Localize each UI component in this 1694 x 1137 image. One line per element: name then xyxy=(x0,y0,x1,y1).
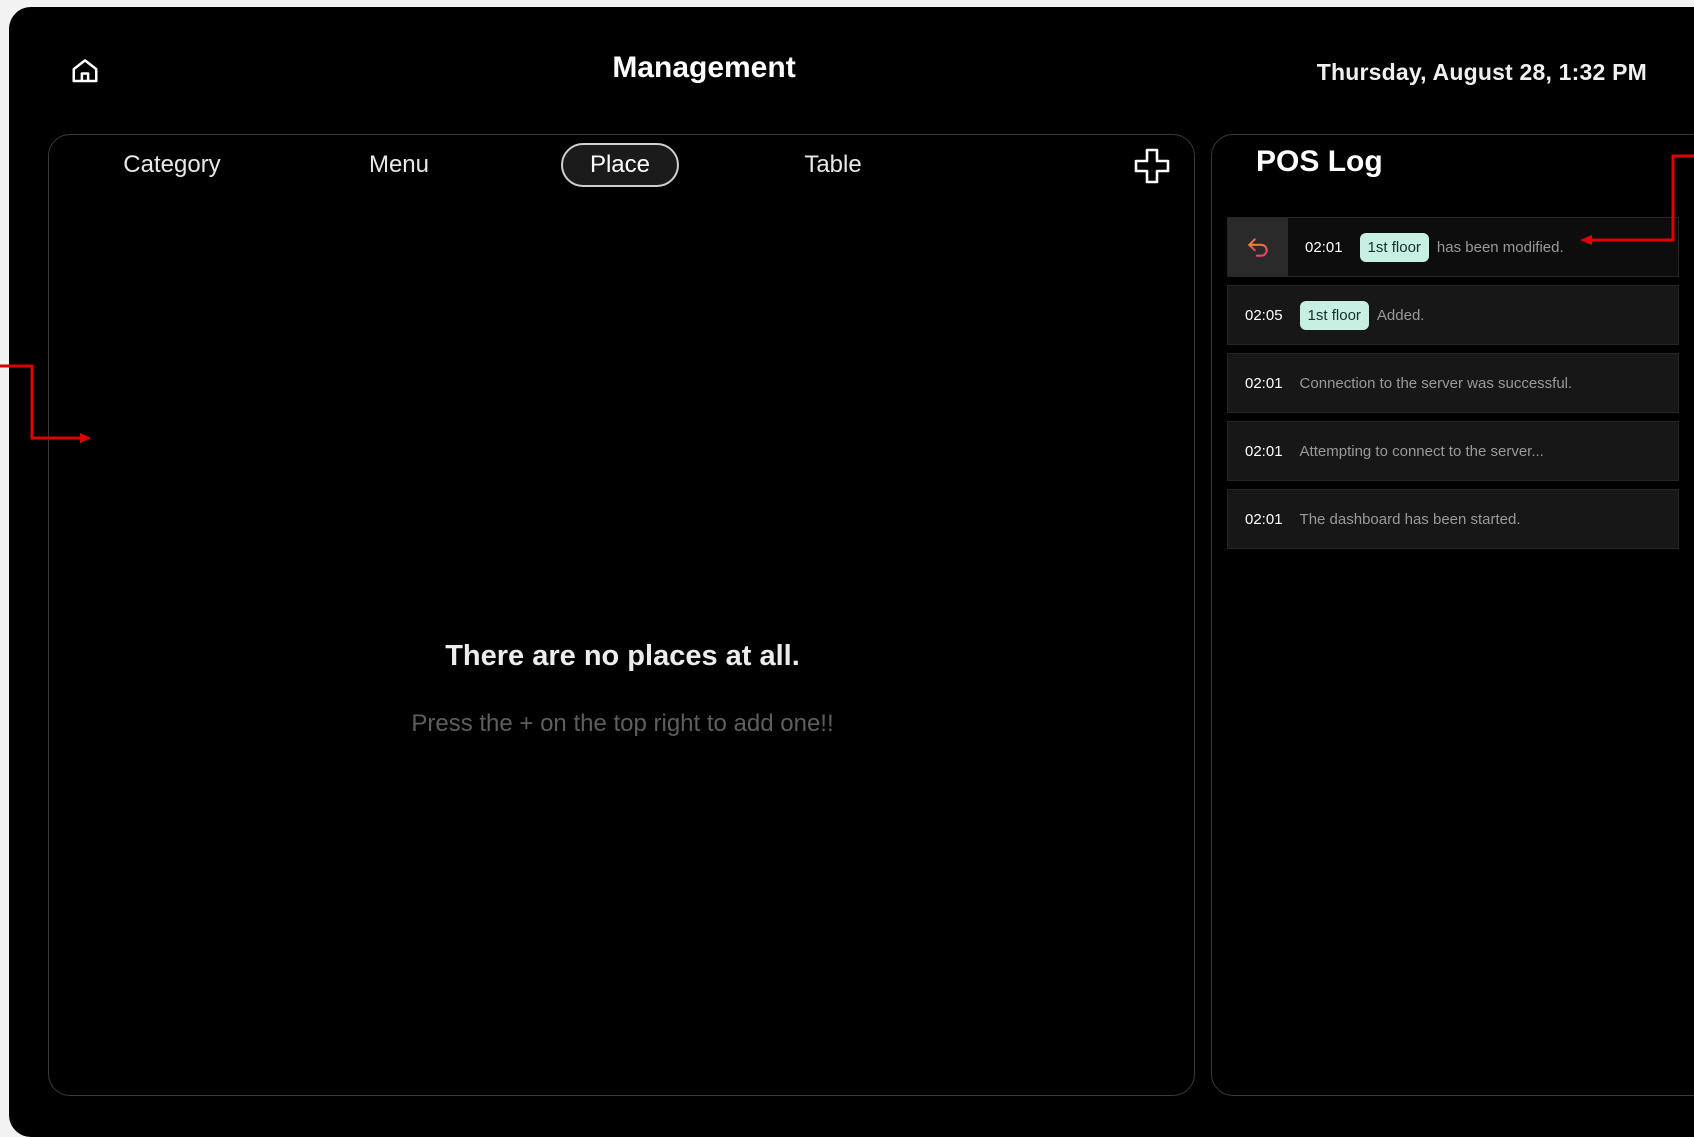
empty-state-title: There are no places at all. xyxy=(445,640,800,672)
tab-place[interactable]: Place xyxy=(561,143,679,187)
place-badge: 1st floor xyxy=(1299,300,1369,330)
place-badge: 1st floor xyxy=(1359,232,1429,262)
annotation-arrow-right xyxy=(1580,154,1694,245)
tab-menu[interactable]: Menu xyxy=(349,143,449,187)
log-time: 02:01 xyxy=(1245,374,1283,392)
log-message: The dashboard has been started. xyxy=(1299,510,1521,528)
log-time: 02:01 xyxy=(1305,238,1343,256)
log-message: has been modified. xyxy=(1436,238,1564,256)
log-message: Added. xyxy=(1376,306,1425,324)
log-title: POS Log xyxy=(1256,145,1383,178)
log-entry: 02:01 Attempting to connect to the serve… xyxy=(1227,421,1679,481)
management-panel: Category Menu Place Table There are no p… xyxy=(48,134,1195,1096)
undo-button[interactable] xyxy=(1228,218,1288,276)
tab-category[interactable]: Category xyxy=(112,143,232,187)
add-place-button[interactable] xyxy=(1133,147,1171,185)
datetime-display: Thursday, August 28, 1:32 PM xyxy=(1316,59,1647,85)
page-title: Management xyxy=(612,51,796,84)
tab-table[interactable]: Table xyxy=(783,143,883,187)
pos-log-panel: POS Log 02:01 1st floor has been modifie… xyxy=(1211,134,1694,1096)
log-message: Attempting to connect to the server... xyxy=(1299,442,1544,460)
annotation-arrow-left xyxy=(0,364,91,443)
log-entry: 02:01 The dashboard has been started. xyxy=(1227,489,1679,549)
log-time: 02:05 xyxy=(1245,306,1283,324)
log-time: 02:01 xyxy=(1245,442,1283,460)
log-message: Connection to the server was successful. xyxy=(1299,374,1573,392)
log-time: 02:01 xyxy=(1245,510,1283,528)
log-entry: 02:01 Connection to the server was succe… xyxy=(1227,353,1679,413)
undo-icon xyxy=(1248,238,1268,257)
empty-state-subtitle: Press the + on the top right to add one!… xyxy=(411,710,834,737)
log-entry: 02:05 1st floor Added. xyxy=(1227,285,1679,345)
plus-icon xyxy=(1134,148,1170,184)
top-bar: Management Thursday, August 28, 1:32 PM xyxy=(9,7,1694,127)
device-frame: Management Thursday, August 28, 1:32 PM … xyxy=(9,7,1694,1137)
